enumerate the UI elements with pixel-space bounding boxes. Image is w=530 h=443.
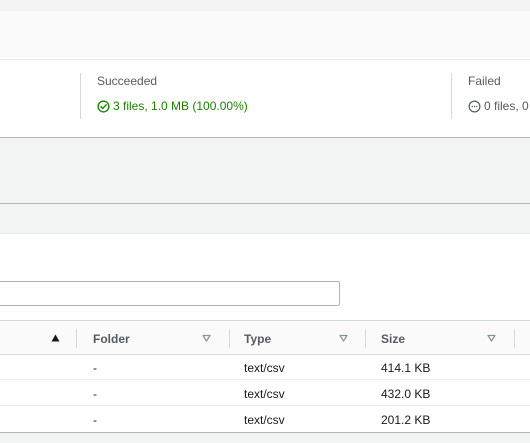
- cell-type: text/csv: [244, 413, 285, 427]
- filter-area: [0, 234, 530, 320]
- page-top-band: [0, 0, 530, 11]
- failed-value: 0 files, 0: [468, 99, 529, 113]
- cell-type: text/csv: [244, 387, 285, 401]
- files-table: Folder Type Size - text/csv 414.1 KB - t…: [0, 320, 530, 433]
- table-row[interactable]: - text/csv 414.1 KB: [0, 355, 530, 380]
- cell-size: 414.1 KB: [381, 361, 431, 375]
- table-header: Folder Type Size: [0, 320, 530, 355]
- cell-size: 432.0 KB: [381, 387, 431, 401]
- table-row[interactable]: - text/csv 432.0 KB: [0, 381, 530, 406]
- succeeded-label: Succeeded: [97, 74, 158, 88]
- column-separator[interactable]: [76, 329, 77, 348]
- column-separator[interactable]: [229, 329, 230, 348]
- dash-circle-icon: [468, 100, 481, 112]
- failed-label: Failed: [468, 74, 501, 88]
- cell-folder: -: [93, 361, 97, 375]
- column-separator[interactable]: [365, 329, 366, 348]
- column-header-folder[interactable]: Folder: [93, 332, 130, 346]
- sort-caret-down-icon[interactable]: [202, 334, 211, 342]
- succeeded-value-text: 3 files, 1.0 MB (100.00%): [113, 99, 248, 113]
- failed-value-text: 0 files, 0: [484, 99, 529, 113]
- check-circle-icon: [97, 99, 110, 113]
- files-section-header: [0, 205, 530, 234]
- cell-folder: -: [93, 387, 97, 401]
- column-header-size[interactable]: Size: [381, 332, 405, 346]
- summary-divider: [451, 73, 452, 119]
- succeeded-value: 3 files, 1.0 MB (100.00%): [97, 99, 248, 113]
- section-header-band: [0, 138, 530, 204]
- cell-size: 201.2 KB: [381, 413, 431, 427]
- summary-card-header: [0, 11, 530, 60]
- sort-caret-down-icon[interactable]: [487, 334, 496, 342]
- summary-divider: [80, 73, 81, 119]
- column-header-type[interactable]: Type: [244, 332, 271, 346]
- cell-folder: -: [93, 413, 97, 427]
- sort-caret-down-icon[interactable]: [339, 334, 348, 342]
- page-bottom-band: [0, 433, 530, 443]
- table-row[interactable]: - text/csv 201.2 KB: [0, 407, 530, 432]
- column-separator[interactable]: [514, 329, 515, 348]
- status-summary-panel: Succeeded 3 files, 1.0 MB (100.00%) Fail…: [0, 60, 530, 138]
- cell-type: text/csv: [244, 361, 285, 375]
- sort-ascending-icon[interactable]: [51, 334, 60, 342]
- find-files-input[interactable]: [0, 281, 340, 306]
